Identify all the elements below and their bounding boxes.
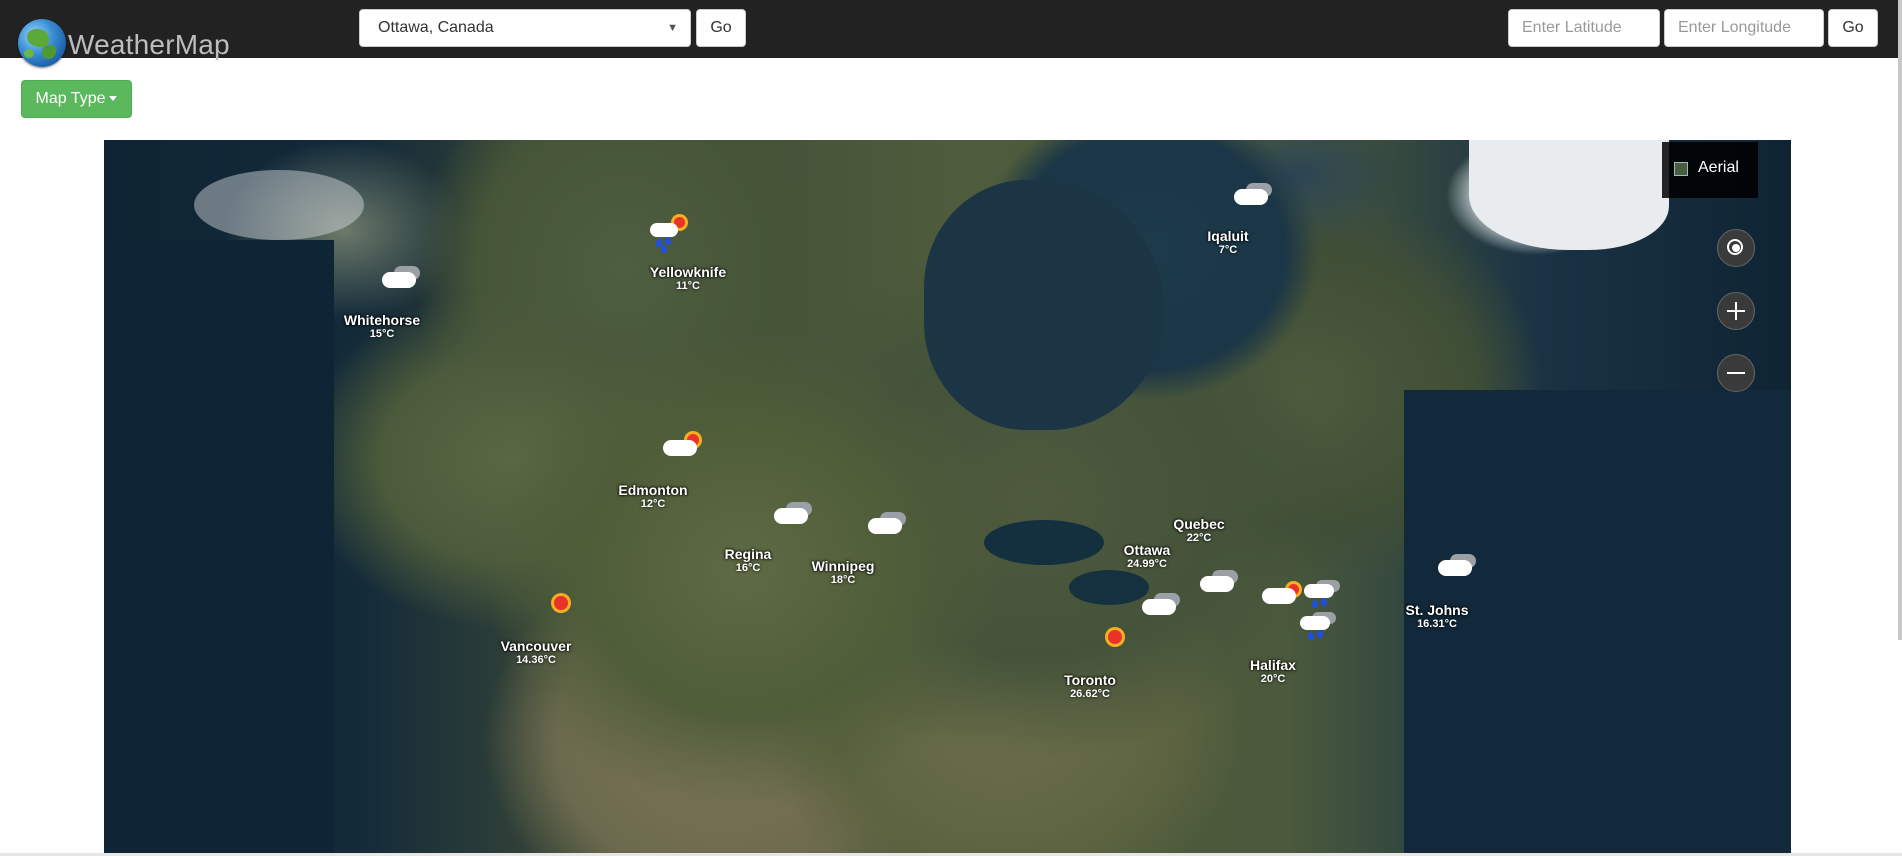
- coords-go-button[interactable]: Go: [1828, 9, 1878, 47]
- city-marker-toronto[interactable]: Toronto 26.62°C: [1045, 672, 1135, 700]
- city-temp: 24.99°C: [1127, 558, 1167, 570]
- city-temp: 12°C: [640, 498, 666, 510]
- city-name: Edmonton: [618, 482, 688, 498]
- aerial-icon: [1674, 162, 1688, 176]
- latitude-input[interactable]: Enter Latitude: [1508, 9, 1660, 47]
- city-temp: 26.62°C: [1070, 688, 1110, 700]
- zoom-in-button[interactable]: [1717, 292, 1755, 330]
- greenland-ice: [1469, 140, 1669, 250]
- city-name: Toronto: [1064, 672, 1116, 688]
- city-name: Iqaluit: [1207, 228, 1249, 244]
- city-name: Regina: [724, 546, 772, 562]
- lake: [1069, 570, 1149, 605]
- city-name: Ottawa: [1123, 542, 1171, 558]
- zoom-out-button[interactable]: [1717, 354, 1755, 392]
- city-marker-quebec[interactable]: Quebec 22°C: [1154, 516, 1244, 544]
- city-temp: 16.31°C: [1417, 618, 1457, 630]
- city-temp: 15°C: [369, 328, 395, 340]
- city-name: Yellowknife: [649, 264, 727, 280]
- city-name: Winnipeg: [811, 558, 875, 574]
- page-scrollbar[interactable]: [1898, 0, 1902, 640]
- snow-region: [194, 170, 364, 240]
- city-name: St. Johns: [1405, 602, 1469, 618]
- map-style-label: Aerial: [1698, 159, 1739, 176]
- city-temp: 7°C: [1218, 244, 1238, 256]
- longitude-input[interactable]: Enter Longitude: [1664, 9, 1824, 47]
- city-marker-iqaluit[interactable]: Iqaluit 7°C: [1183, 228, 1273, 256]
- city-marker-yellowknife[interactable]: Yellowknife 11°C: [643, 264, 733, 292]
- city-marker-vancouver[interactable]: Vancouver 14.36°C: [491, 638, 581, 666]
- map-type-label: Map Type: [35, 90, 106, 107]
- zoom-out-icon: [1727, 372, 1745, 374]
- ocean-region: [104, 240, 334, 854]
- city-marker-ottawa[interactable]: Ottawa 24.99°C: [1102, 542, 1192, 570]
- city-temp: 11°C: [676, 280, 700, 292]
- city-go-button[interactable]: Go: [696, 9, 746, 47]
- city-marker-whitehorse[interactable]: Whitehorse 15°C: [337, 312, 427, 340]
- city-marker-edmonton[interactable]: Edmonton 12°C: [608, 482, 698, 510]
- city-temp: 18°C: [830, 574, 856, 586]
- city-marker-halifax[interactable]: Halifax 20°C: [1228, 657, 1318, 685]
- city-name: Quebec: [1173, 516, 1225, 532]
- locate-button[interactable]: [1717, 229, 1755, 267]
- caret-down-icon: [109, 96, 118, 102]
- map-canvas[interactable]: Aerial Yellowknife 11°C Whitehorse 15°C …: [104, 140, 1791, 854]
- city-marker-regina[interactable]: Regina 16°C: [703, 546, 793, 574]
- city-temp: 14.36°C: [516, 654, 556, 666]
- map-type-dropdown[interactable]: Map Type: [21, 80, 132, 118]
- city-name: Vancouver: [500, 638, 572, 654]
- globe-icon: [18, 19, 66, 67]
- city-temp: 20°C: [1260, 673, 1286, 685]
- city-marker-st-johns[interactable]: St. Johns 16.31°C: [1387, 602, 1487, 630]
- app-title: WeatherMap: [68, 29, 230, 60]
- city-select-value: Ottawa, Canada: [378, 19, 494, 36]
- chevron-down-icon: ▼: [667, 22, 678, 34]
- lake: [984, 520, 1104, 565]
- hudson-bay: [924, 180, 1164, 430]
- top-navbar: WeatherMap Ottawa, Canada ▼ Go Enter Lat…: [0, 0, 1898, 67]
- city-name: Halifax: [1250, 657, 1296, 673]
- brand[interactable]: WeatherMap: [18, 16, 230, 70]
- city-select[interactable]: Ottawa, Canada ▼: [359, 9, 691, 47]
- city-name: Whitehorse: [343, 312, 421, 328]
- city-temp: 16°C: [735, 562, 761, 574]
- city-marker-winnipeg[interactable]: Winnipeg 18°C: [798, 558, 888, 586]
- map-style-badge[interactable]: Aerial: [1662, 142, 1758, 198]
